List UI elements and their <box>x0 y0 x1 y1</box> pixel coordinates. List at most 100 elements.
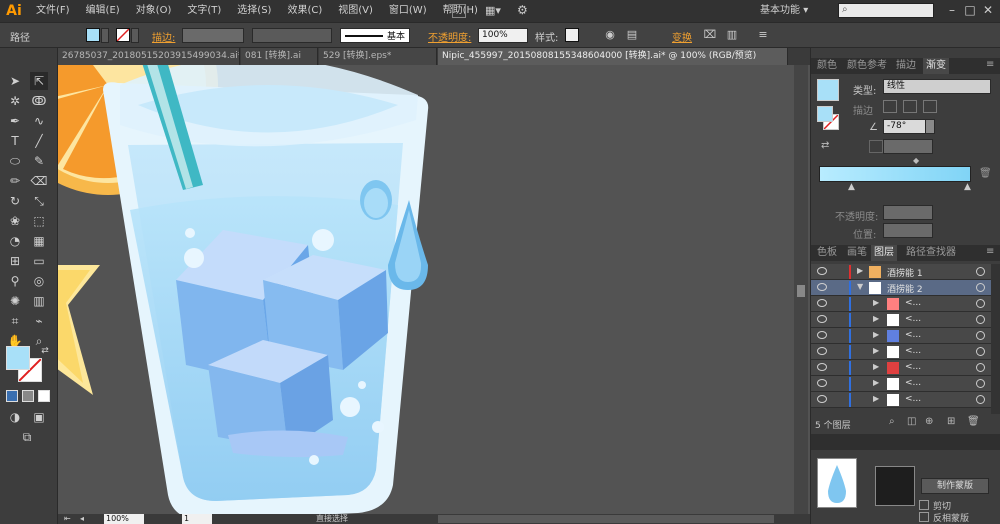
zoom-input[interactable]: 100% <box>104 514 144 524</box>
none-mode-icon[interactable] <box>38 390 50 402</box>
layer-row[interactable]: ▼ 酒捞能 2 <box>811 280 991 296</box>
slice-tool-icon[interactable]: ⌁ <box>30 312 48 330</box>
menu-view[interactable]: 视图(V) <box>330 0 381 22</box>
stroke-within-icon[interactable] <box>883 100 897 113</box>
layer-row[interactable]: ▶ <... <box>811 376 991 392</box>
panel-menu-icon[interactable]: ≡ <box>986 246 994 257</box>
lasso-tool-icon[interactable]: ↂ <box>30 92 48 110</box>
graphic-style-swatch[interactable] <box>565 28 579 42</box>
doc-tab-1[interactable]: 26785037_20180515203915499034.ai* <box>58 48 240 65</box>
eraser-tool-icon[interactable]: ⌫ <box>30 172 48 190</box>
artboard-canvas[interactable] <box>58 65 794 515</box>
stroke-along-icon[interactable] <box>903 100 917 113</box>
angle-dropdown[interactable] <box>925 119 935 134</box>
expand-triangle-icon[interactable]: ▶ <box>873 298 879 307</box>
layer-name[interactable]: <... <box>905 394 921 404</box>
target-circle-icon[interactable] <box>976 283 985 292</box>
tab-brushes[interactable]: 画笔 <box>844 245 870 261</box>
fill-color-box[interactable] <box>6 346 30 370</box>
layer-row[interactable]: ▶ <... <box>811 328 991 344</box>
expand-triangle-icon[interactable]: ▶ <box>873 330 879 339</box>
screen-mode-icon[interactable]: ▣ <box>30 408 48 426</box>
gradient-tool-icon[interactable]: ▭ <box>30 252 48 270</box>
reverse-gradient-icon[interactable]: ⇄ <box>821 140 829 151</box>
warp-tool-icon[interactable]: ❀ <box>6 212 24 230</box>
expand-triangle-icon[interactable]: ▶ <box>873 314 879 323</box>
clipping-mask-icon[interactable]: ◫ <box>907 416 916 427</box>
delete-layer-icon[interactable]: 🗑 <box>967 416 980 427</box>
target-circle-icon[interactable] <box>976 331 985 340</box>
target-circle-icon[interactable] <box>976 315 985 324</box>
symbol-sprayer-tool-icon[interactable]: ✺ <box>6 292 24 310</box>
artboard-tool-icon[interactable]: ⌗ <box>6 312 24 330</box>
expand-triangle-icon[interactable]: ▶ <box>857 266 863 275</box>
layer-row[interactable]: ▶ <... <box>811 312 991 328</box>
visibility-eye-icon[interactable] <box>817 299 827 307</box>
magic-wand-tool-icon[interactable]: ✲ <box>6 92 24 110</box>
gradient-position-input[interactable] <box>883 223 933 238</box>
perspective-grid-tool-icon[interactable]: ▦ <box>30 232 48 250</box>
shape-builder-tool-icon[interactable]: ◔ <box>6 232 24 250</box>
scale-tool-icon[interactable]: ⤡ <box>30 192 48 210</box>
doc-tab-active[interactable]: Nipic_455997_20150808155348604000 [转换].a… <box>438 48 788 65</box>
gradient-preview-swatch[interactable] <box>817 79 839 101</box>
previous-artboard-icon[interactable]: ◂ <box>80 514 92 524</box>
visibility-eye-icon[interactable] <box>817 331 827 339</box>
layer-name[interactable]: <... <box>905 314 921 324</box>
locate-object-icon[interactable]: ⌕ <box>889 416 895 427</box>
swap-fill-stroke-icon[interactable]: ⇄ <box>36 342 54 360</box>
target-circle-icon[interactable] <box>976 363 985 372</box>
workspace-switcher[interactable]: 基本功能 ▾ <box>760 0 808 22</box>
tab-color[interactable]: 颜色 <box>814 58 840 74</box>
color-mode-icon[interactable] <box>6 390 18 402</box>
midpoint-diamond-icon[interactable]: ◆ <box>913 156 919 165</box>
expand-triangle-icon[interactable]: ▶ <box>873 378 879 387</box>
line-tool-icon[interactable]: ╱ <box>30 132 48 150</box>
first-artboard-icon[interactable]: ⇤ <box>64 514 76 524</box>
type-tool-icon[interactable]: T <box>6 132 24 150</box>
menu-type[interactable]: 文字(T) <box>179 0 229 22</box>
visibility-eye-icon[interactable] <box>817 347 827 355</box>
help-search-input[interactable]: ⌕ <box>838 3 934 18</box>
gradient-opacity-input[interactable] <box>883 205 933 220</box>
make-mask-button[interactable]: 制作蒙版 <box>921 478 989 494</box>
gpu-performance-icon[interactable]: ⚙ <box>517 3 533 19</box>
layer-row[interactable]: ▶ <... <box>811 360 991 376</box>
target-circle-icon[interactable] <box>976 379 985 388</box>
fill-dropdown[interactable] <box>101 28 109 43</box>
gradient-stop-end[interactable]: ▲ <box>964 182 971 192</box>
layer-name[interactable]: <... <box>905 378 921 388</box>
transparency-thumbnail[interactable] <box>817 458 857 508</box>
menu-effect[interactable]: 效果(C) <box>279 0 330 22</box>
column-graph-tool-icon[interactable]: ▥ <box>30 292 48 310</box>
vertical-scrollbar[interactable] <box>794 65 808 514</box>
draw-mode-icon[interactable]: ◑ <box>6 408 24 426</box>
expand-triangle-icon[interactable]: ▶ <box>873 362 879 371</box>
new-sublayer-icon[interactable]: ⊕ <box>925 416 933 427</box>
menu-select[interactable]: 选择(S) <box>229 0 279 22</box>
tab-stroke[interactable]: 描边 <box>893 58 919 74</box>
delete-stop-icon[interactable]: 🗑 <box>979 168 992 179</box>
menu-window[interactable]: 窗口(W) <box>381 0 435 22</box>
mesh-tool-icon[interactable]: ⊞ <box>6 252 24 270</box>
opacity-input[interactable]: 100% <box>478 28 528 43</box>
visibility-eye-icon[interactable] <box>817 315 827 323</box>
layers-scrollbar[interactable] <box>991 264 1000 414</box>
tab-color-guide[interactable]: 颜色参考 <box>844 58 890 74</box>
clip-checkbox[interactable] <box>919 500 929 510</box>
fill-swatch[interactable] <box>86 28 100 42</box>
opacity-label[interactable]: 不透明度: <box>428 29 471 44</box>
layer-row[interactable]: ▶ <... <box>811 392 991 408</box>
minimize-button[interactable]: – <box>944 2 960 18</box>
stroke-across-icon[interactable] <box>923 100 937 113</box>
rotate-tool-icon[interactable]: ↻ <box>6 192 24 210</box>
stroke-label[interactable]: 描边: <box>152 29 175 44</box>
direct-selection-tool-icon[interactable]: ⇱ <box>30 72 48 90</box>
layer-name[interactable]: <... <box>905 346 921 356</box>
paintbrush-tool-icon[interactable]: ✎ <box>30 152 48 170</box>
panel-menu-icon[interactable]: ≡ <box>986 59 994 70</box>
target-circle-icon[interactable] <box>976 267 985 276</box>
arrange-documents-icon[interactable]: ▦▾ <box>485 4 507 18</box>
gradient-type-dropdown[interactable]: 线性 <box>883 79 991 94</box>
gradient-fill-box[interactable] <box>817 106 833 122</box>
